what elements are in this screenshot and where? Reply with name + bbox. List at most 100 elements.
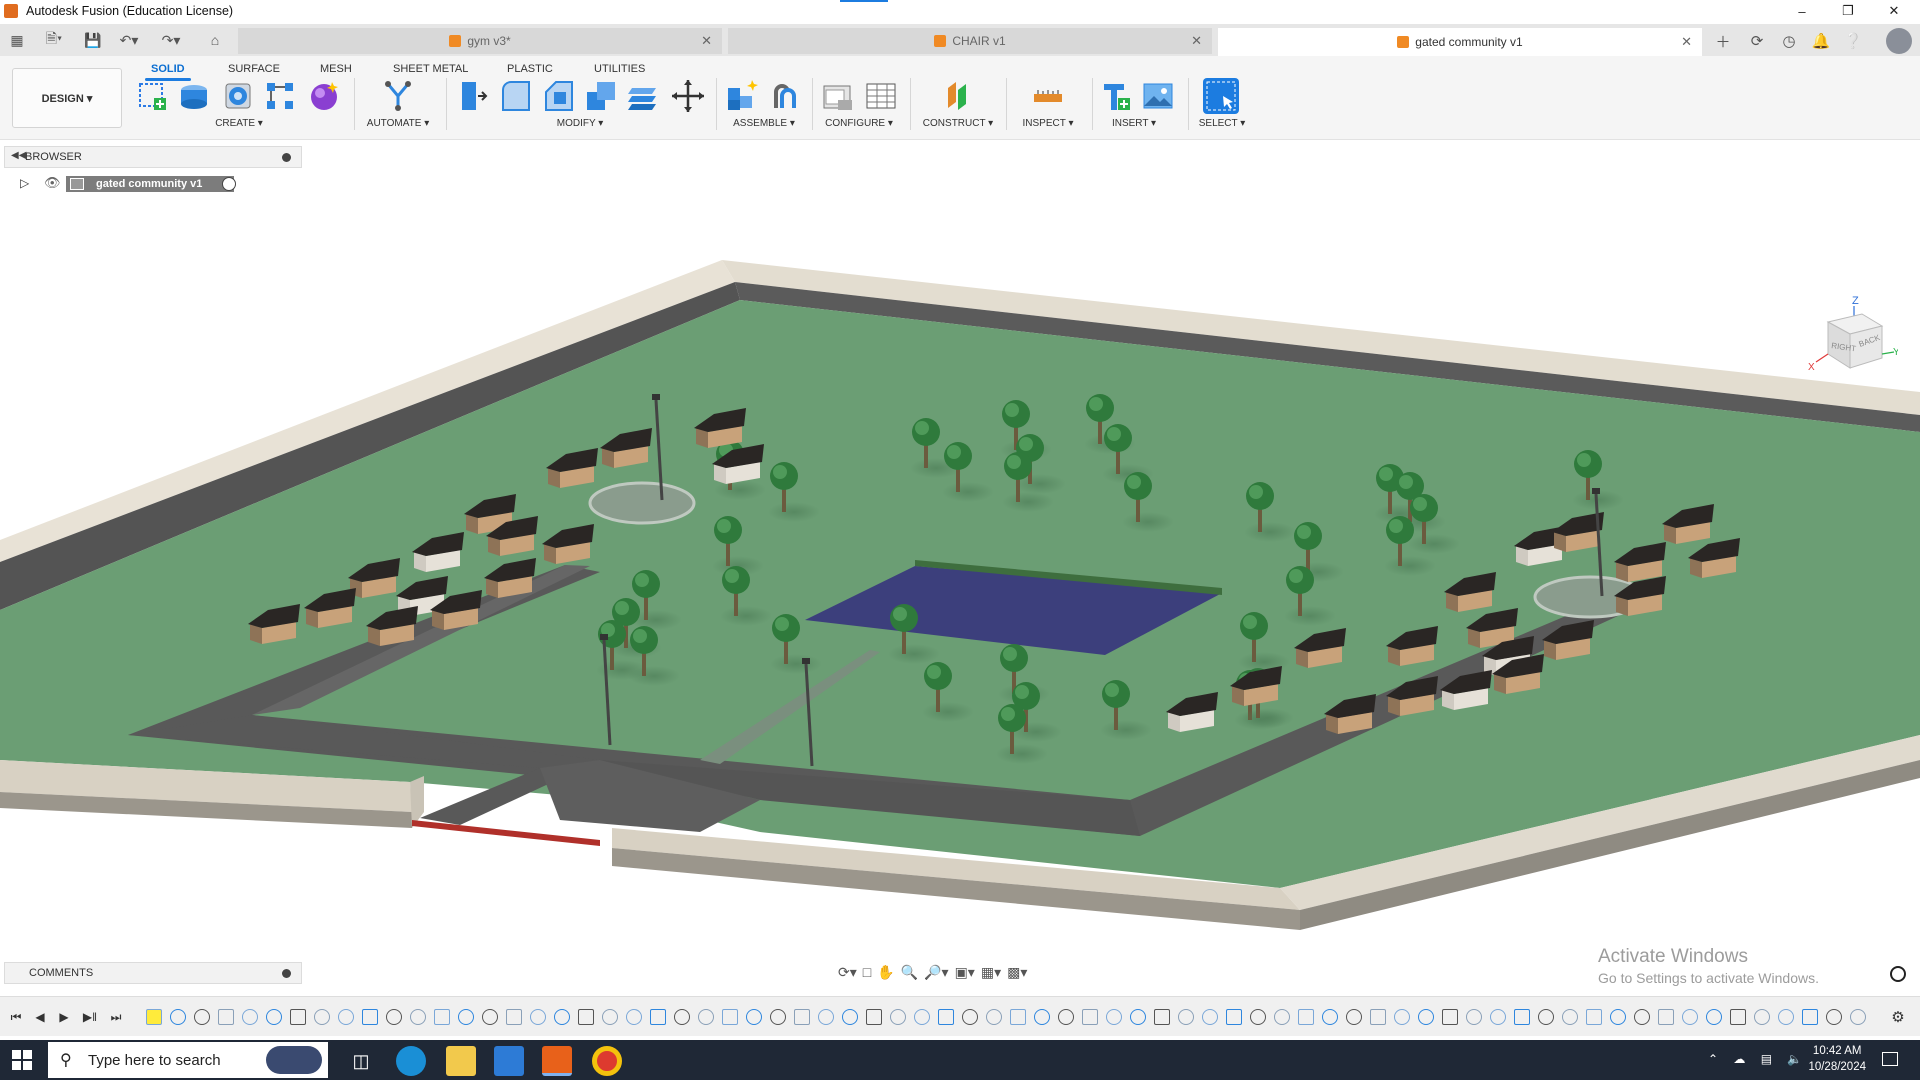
redo-icon[interactable]: ↷▾ [156,29,186,51]
timeline-feature-icon[interactable] [770,1009,786,1025]
timeline-feature-icon[interactable] [1394,1009,1410,1025]
modify-group-label[interactable]: MODIFY ▾ [540,118,620,129]
timeline-feature-icon[interactable] [1010,1009,1026,1025]
undo-icon[interactable]: ↶▾ [114,29,144,51]
tab-solid[interactable]: SOLID [145,60,191,81]
timeline-feature-icon[interactable] [1346,1009,1362,1025]
timeline-feature-icon[interactable] [1730,1009,1746,1025]
combine-icon[interactable] [626,78,662,114]
assemble-group-label[interactable]: ASSEMBLE ▾ [724,118,804,129]
timeline-feature-icon[interactable] [1274,1009,1290,1025]
step-forward-icon[interactable]: ▶‖ [82,1009,98,1025]
fusion-taskbar-icon[interactable] [542,1046,572,1076]
timeline-settings-icon[interactable]: ⚙ [1890,1009,1906,1026]
step-back-icon[interactable]: ◀ [32,1009,48,1025]
design-viewport[interactable]: Z RIGHT BACK Y X [0,140,1920,978]
activate-radio-icon[interactable] [222,177,236,191]
user-avatar[interactable] [1886,28,1912,54]
timeline-feature-icon[interactable] [146,1009,162,1025]
timeline-feature-icon[interactable] [914,1009,930,1025]
timeline-feature-icon[interactable] [1298,1009,1314,1025]
display-settings-icon[interactable]: ▣▾ [955,964,975,981]
task-view-icon[interactable]: ◫ [346,1046,376,1076]
timeline-feature-icon[interactable] [1850,1009,1866,1025]
canvas-image-icon[interactable] [1140,78,1176,114]
comments-panel-header[interactable]: COMMENTS [4,962,302,984]
pattern-icon[interactable] [262,78,298,114]
timeline-feature-icon[interactable] [554,1009,570,1025]
timeline-feature-icon[interactable] [242,1009,258,1025]
timeline-feature-icon[interactable] [1106,1009,1122,1025]
timeline-feature-icon[interactable] [1778,1009,1794,1025]
new-component-icon[interactable] [724,78,760,114]
timeline-feature-icon[interactable] [602,1009,618,1025]
timeline-feature-icon[interactable] [1058,1009,1074,1025]
tab-gated-community[interactable]: gated community v1 ✕ [1218,28,1702,56]
workspace-switcher[interactable]: DESIGN ▾ [12,68,122,128]
timeline-feature-icon[interactable] [194,1009,210,1025]
press-pull-icon[interactable] [454,78,490,114]
go-to-start-icon[interactable]: ⏮ [8,1009,24,1025]
insert-group-label[interactable]: INSERT ▾ [1094,118,1174,129]
select-group-label[interactable]: SELECT ▾ [1182,118,1262,129]
revolve-icon[interactable] [220,78,256,114]
inspect-group-label[interactable]: INSPECT ▾ [1010,118,1086,129]
timeline-feature-icon[interactable] [698,1009,714,1025]
tab-plastic[interactable]: PLASTIC [507,60,553,78]
timeline-feature-icon[interactable] [1322,1009,1338,1025]
microsoft-store-icon[interactable] [494,1046,524,1076]
timeline-feature-icon[interactable] [1826,1009,1842,1025]
file-explorer-icon[interactable] [446,1046,476,1076]
tab-utilities[interactable]: UTILITIES [594,60,645,78]
notification-center-icon[interactable] [1882,1052,1898,1066]
timeline-feature-icon[interactable] [962,1009,978,1025]
entrance-gate[interactable] [412,820,600,846]
browser-panel-header[interactable]: ◀◀ BROWSER [4,146,302,168]
new-tab-icon[interactable]: ＋ [1710,28,1736,54]
timeline-feature-icon[interactable] [362,1009,378,1025]
restore-icon[interactable]: ❐ [1826,0,1870,22]
measure-icon[interactable] [1030,78,1066,114]
timeline-feature-icon[interactable] [1130,1009,1146,1025]
grid-settings-icon[interactable]: ▦▾ [981,964,1001,981]
timeline-feature-icon[interactable] [170,1009,186,1025]
insert-derive-icon[interactable] [1098,78,1134,114]
timeline-feature-icon[interactable] [626,1009,642,1025]
extrude-icon[interactable] [176,78,212,114]
configure-design-icon[interactable] [820,78,856,114]
notifications-icon[interactable]: 🔔 [1808,28,1834,54]
timeline-feature-icon[interactable] [218,1009,234,1025]
job-status-icon[interactable]: ◷ [1776,28,1802,54]
configuration-table-icon[interactable] [863,78,899,114]
collapse-panel-icon[interactable]: ◀◀ [11,150,26,161]
timeline-feature-icon[interactable] [1514,1009,1530,1025]
expand-triangle-icon[interactable]: ▷ [20,176,29,190]
orbit-icon[interactable]: ⟳▾ [838,964,857,981]
tab-sheet-metal[interactable]: SHEET METAL [393,60,468,78]
help-icon[interactable]: ❔ [1840,28,1866,54]
create-group-label[interactable]: CREATE ▾ [194,118,284,129]
offset-plane-icon[interactable] [940,78,976,114]
timeline-feature-icon[interactable] [794,1009,810,1025]
timeline-feature-icon[interactable] [1466,1009,1482,1025]
select-tool-icon[interactable] [1203,78,1239,114]
timeline-feature-icon[interactable] [674,1009,690,1025]
viewports-icon[interactable]: ▩▾ [1007,964,1027,981]
timeline-feature-icon[interactable] [746,1009,762,1025]
browser-root-item[interactable]: ▷ 👁 gated community v1 [16,174,256,194]
chrome-icon[interactable] [592,1046,622,1076]
play-icon[interactable]: ▶ [56,1009,72,1025]
timeline-feature-icon[interactable] [1706,1009,1722,1025]
timeline-feature-icon[interactable] [1154,1009,1170,1025]
timeline-feature-icon[interactable] [818,1009,834,1025]
timeline-feature-icon[interactable] [1802,1009,1818,1025]
tab-mesh[interactable]: MESH [320,60,352,78]
add-comment-icon[interactable] [282,969,291,978]
timeline-feature-icon[interactable] [338,1009,354,1025]
timeline-feature-icon[interactable] [314,1009,330,1025]
automate-group-label[interactable]: AUTOMATE ▾ [356,118,440,129]
close-tab-icon[interactable]: ✕ [1681,34,1692,50]
view-cube[interactable]: Z RIGHT BACK Y X [1798,292,1898,392]
windows-start-icon[interactable] [12,1050,32,1070]
pan-icon[interactable]: ✋ [877,964,894,981]
